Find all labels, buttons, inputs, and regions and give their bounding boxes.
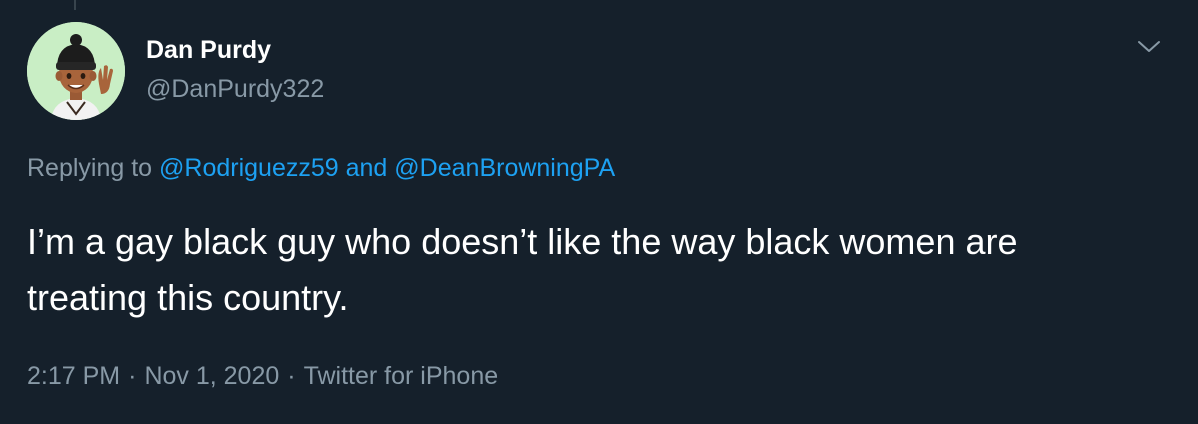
mention-conjunction[interactable]: and [346, 154, 388, 182]
tweet-date: Nov 1, 2020 [144, 362, 280, 390]
mention-link-rodriguezz59[interactable]: @Rodriguezz59 [159, 154, 339, 182]
memoji-avatar-icon [27, 22, 125, 120]
more-options-button[interactable] [1134, 32, 1164, 62]
author-handle[interactable]: @DanPurdy322 [146, 75, 324, 104]
replying-to-line: Replying to @Rodriguezz59 and @DeanBrown… [27, 154, 615, 183]
tweet-time: 2:17 PM [27, 362, 121, 390]
meta-separator: · [287, 362, 296, 390]
author-display-name[interactable]: Dan Purdy [146, 36, 271, 65]
meta-separator: · [128, 362, 137, 390]
mention-link-deanbrowningpa[interactable]: @DeanBrowningPA [394, 154, 615, 182]
tweet-source-link[interactable]: Twitter for iPhone [304, 362, 499, 390]
tweet-text: I’m a gay black guy who doesn’t like the… [27, 221, 1018, 318]
avatar[interactable] [27, 22, 125, 120]
replying-to-label: Replying to [27, 154, 153, 182]
tweet-timestamp-link[interactable]: 2:17 PM · Nov 1, 2020 [27, 362, 279, 390]
thread-connector-line [74, 0, 76, 10]
chevron-down-icon [1138, 41, 1160, 52]
tweet-meta: 2:17 PM · Nov 1, 2020 · Twitter for iPhone [27, 362, 498, 391]
